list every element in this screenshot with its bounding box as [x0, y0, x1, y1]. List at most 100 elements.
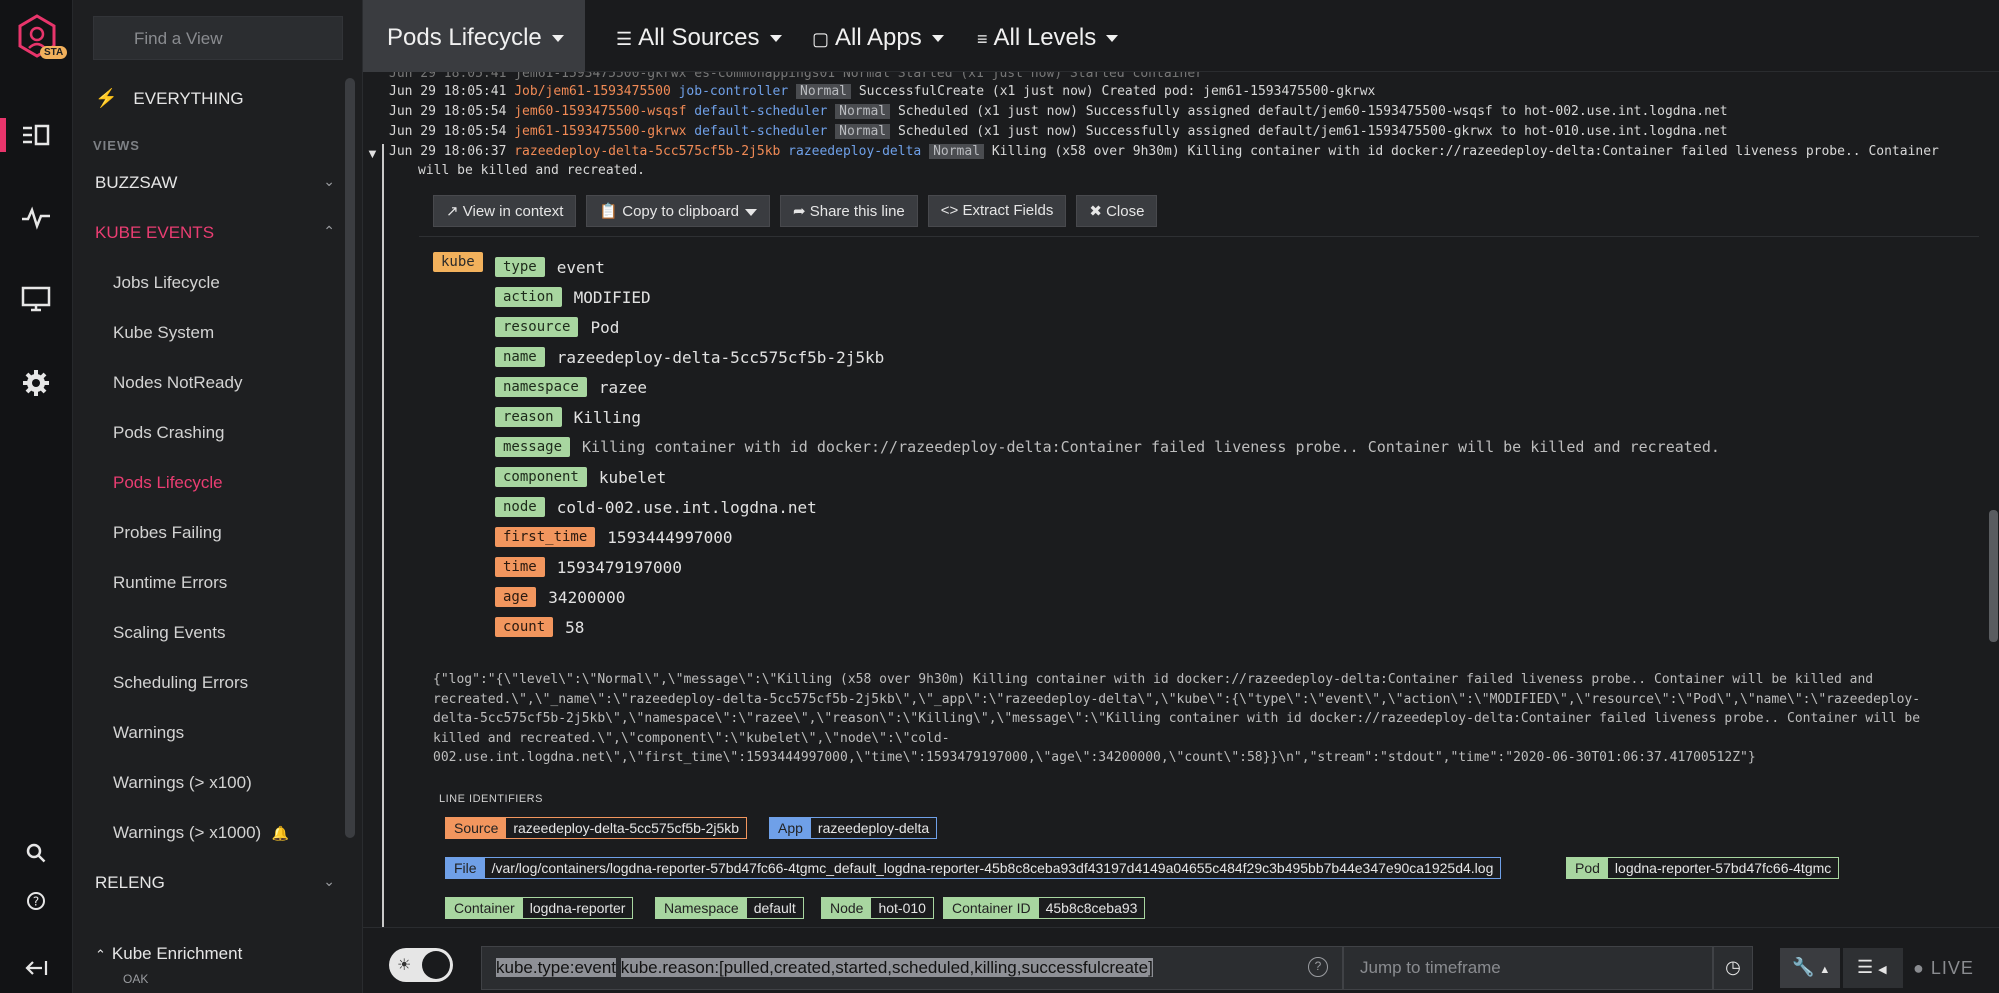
clock-icon[interactable]: ◷ [1713, 946, 1753, 990]
log-app[interactable]: job-controller [679, 84, 789, 99]
boards-monitor-icon[interactable] [19, 282, 53, 316]
settings-gear-icon[interactable] [19, 366, 53, 400]
log-source[interactable]: razeedeploy-delta-5cc575cf5b-2j5kb [514, 144, 780, 159]
log-source[interactable]: jem60-1593475500-wsqsf [514, 104, 686, 119]
view-runtime-errors[interactable]: Runtime Errors [113, 573, 227, 593]
field-value[interactable]: razee [599, 378, 647, 397]
view-kube-system[interactable]: Kube System [113, 323, 214, 343]
log-level-badge[interactable]: Normal [796, 84, 851, 99]
raw-log-json[interactable]: {"log":"{\"level\":\"Normal\",\"message\… [433, 670, 1933, 768]
levels-filter[interactable]: ≡ All Levels [977, 24, 1119, 52]
view-scaling-events[interactable]: Scaling Events [113, 623, 225, 643]
everything-view[interactable]: ⚡ EVERYTHING [95, 88, 244, 109]
field-key[interactable]: name [495, 347, 545, 367]
field-value[interactable]: 1593444997000 [607, 528, 732, 547]
log-line[interactable]: Jun 29 18:05:54 jem61-1593475500-gkrwx d… [389, 124, 1728, 139]
field-value[interactable]: Killing container with id docker://razee… [582, 438, 1720, 456]
view-warnings-x100[interactable]: Warnings (> x100) [113, 773, 252, 793]
kube-enrichment-toggle[interactable]: ⌃ Kube Enrichment [95, 944, 242, 964]
identifier-namespace[interactable]: Namespace default [655, 897, 804, 919]
view-in-context-button[interactable]: ↗ View in context [433, 195, 577, 227]
log-level-badge[interactable]: Normal [835, 104, 891, 119]
graphs-pulse-icon[interactable] [19, 201, 53, 235]
field-value[interactable]: kubelet [599, 468, 666, 487]
identifier-node[interactable]: Node hot-010 [821, 897, 934, 919]
close-button[interactable]: ✖ Close [1076, 195, 1158, 227]
group-releng[interactable]: RELENG ⌄ [95, 873, 335, 893]
view-warnings[interactable]: Warnings [113, 723, 184, 743]
field-value[interactable]: Killing [574, 408, 641, 427]
identifier-container-id[interactable]: Container ID 45b8c8ceba93 [943, 897, 1146, 919]
view-pods-lifecycle[interactable]: Pods Lifecycle [113, 473, 223, 493]
identifier-app[interactable]: App razeedeploy-delta [769, 817, 938, 839]
log-source[interactable]: Job/jem61-1593475500 [514, 84, 671, 99]
tools-wrench-icon[interactable]: 🔧 ▲ [1780, 948, 1840, 988]
field-value[interactable]: event [557, 258, 605, 277]
view-probes-failing[interactable]: Probes Failing [113, 523, 222, 543]
group-buzzsaw[interactable]: BUZZSAW ⌄ [95, 173, 335, 193]
field-value[interactable]: Pod [590, 318, 619, 337]
field-value[interactable]: MODIFIED [574, 288, 651, 307]
log-line[interactable]: Jun 29 18:05:41 Job/jem61-1593475500 job… [389, 84, 1375, 99]
field-key[interactable]: node [495, 497, 545, 517]
view-warnings-x1000[interactable]: Warnings (> x1000) 🔔 [113, 823, 289, 843]
field-key[interactable]: count [495, 617, 554, 637]
identifier-pod[interactable]: Pod logdna-reporter-57bd47fc66-4tgmc [1566, 857, 1840, 879]
jump-to-timeframe-input[interactable]: Jump to timeframe [1343, 946, 1713, 990]
group-kube-events[interactable]: KUBE EVENTS ⌃ [95, 223, 335, 243]
apps-filter[interactable]: ▢ All Apps [812, 24, 944, 52]
identifier-file[interactable]: File/var/log/containers/logdna-reporter-… [445, 857, 1502, 879]
field-key[interactable]: namespace [495, 377, 587, 397]
field-key[interactable]: time [495, 557, 545, 577]
share-line-button[interactable]: ➦ Share this line [779, 195, 918, 227]
kube-tag[interactable]: kube [433, 252, 483, 272]
theme-toggle[interactable]: ☀ [389, 948, 453, 982]
field-key[interactable]: action [495, 287, 562, 307]
line-format-icon[interactable]: ☰ ◀ [1843, 948, 1903, 988]
log-line-partial[interactable]: Jun 29 18:05:41 jem61-1593475500-gkrwx e… [389, 72, 1203, 81]
field-key[interactable]: age [495, 587, 537, 607]
log-scrollbar[interactable] [1988, 72, 1999, 927]
field-key[interactable]: resource [495, 317, 579, 337]
view-selector[interactable]: Pods Lifecycle [363, 0, 585, 72]
query-token[interactable]: kube.type:event [496, 958, 617, 977]
log-app[interactable]: default-scheduler [694, 124, 827, 139]
search-query-input[interactable]: kube.type:event kube.reason:[pulled,crea… [481, 946, 1343, 990]
find-view-input[interactable]: Find a View [93, 16, 343, 60]
log-app[interactable]: default-scheduler [694, 104, 827, 119]
log-scrollbar-thumb[interactable] [1989, 510, 1998, 642]
view-jobs-lifecycle[interactable]: Jobs Lifecycle [113, 273, 220, 293]
extract-fields-button[interactable]: <> Extract Fields [927, 195, 1067, 227]
view-nodes-notready[interactable]: Nodes NotReady [113, 373, 242, 393]
help-icon[interactable]: ? [19, 884, 53, 918]
sources-filter[interactable]: ☰ All Sources [616, 24, 782, 52]
log-level-badge[interactable]: Normal [929, 144, 985, 159]
views-icon[interactable] [19, 118, 53, 152]
field-value[interactable]: 1593479197000 [557, 558, 682, 577]
expanded-caret-icon[interactable]: ▼ [366, 146, 379, 161]
identifier-container[interactable]: Container logdna-reporter [445, 897, 634, 919]
field-value[interactable]: cold-002.use.int.logdna.net [557, 498, 817, 517]
view-pods-crashing[interactable]: Pods Crashing [113, 423, 225, 443]
query-token[interactable]: kube.reason:[pulled,created,started,sche… [620, 958, 1153, 977]
log-source[interactable]: jem61-1593475500-gkrwx [514, 124, 686, 139]
view-scheduling-errors[interactable]: Scheduling Errors [113, 673, 248, 693]
log-level-badge[interactable]: Normal [835, 124, 891, 139]
field-value[interactable]: razeedeploy-delta-5cc575cf5b-2j5kb [557, 348, 885, 367]
log-app[interactable]: razeedeploy-delta [788, 144, 921, 159]
views-scrollbar[interactable] [345, 78, 355, 838]
field-key[interactable]: message [495, 437, 571, 457]
identifier-source[interactable]: Source razeedeploy-delta-5cc575cf5b-2j5kb [445, 817, 748, 839]
field-key[interactable]: reason [495, 407, 562, 427]
field-value[interactable]: 58 [565, 618, 584, 637]
log-line-expanded[interactable]: Jun 29 18:06:37 razeedeploy-delta-5cc575… [389, 144, 1939, 159]
field-key[interactable]: first_time [495, 527, 596, 547]
copy-to-clipboard-button[interactable]: 📋 Copy to clipboard [586, 195, 770, 227]
search-icon[interactable] [19, 836, 53, 870]
log-line[interactable]: Jun 29 18:05:54 jem60-1593475500-wsqsf d… [389, 104, 1728, 119]
help-icon[interactable]: ? [1308, 957, 1328, 977]
field-key[interactable]: type [495, 257, 545, 277]
live-tail-button[interactable]: ● LIVE [1913, 958, 1974, 979]
field-key[interactable]: component [495, 467, 587, 487]
field-value[interactable]: 34200000 [548, 588, 625, 607]
